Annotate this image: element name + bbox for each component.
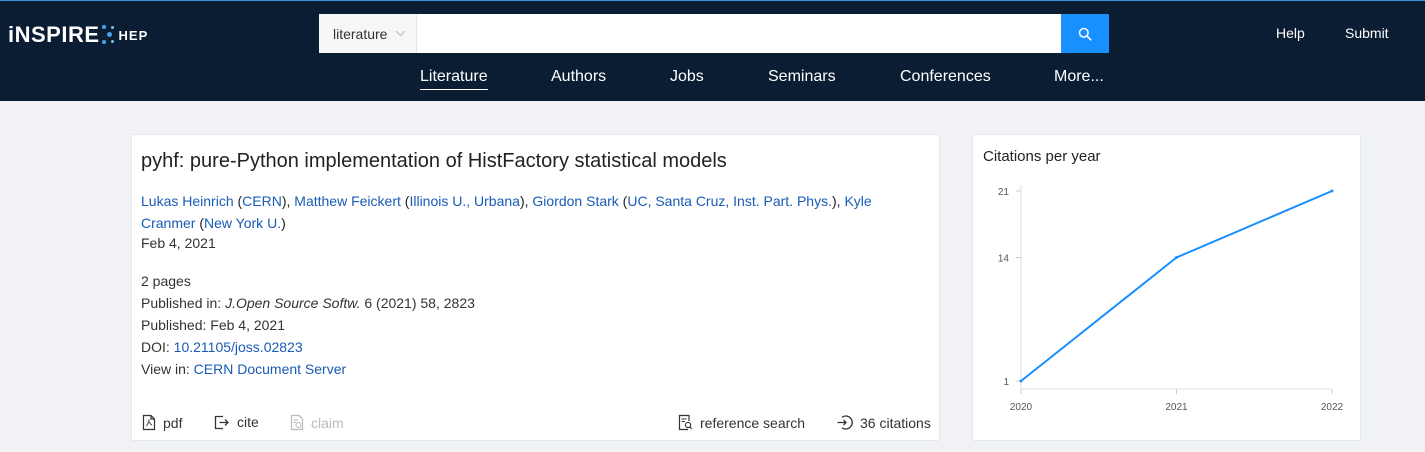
search-scope-select[interactable]: literature <box>319 14 417 53</box>
x-tick-label: 2021 <box>1165 402 1188 413</box>
nav-jobs[interactable]: Jobs <box>670 68 704 86</box>
logo-hep-text: HEP <box>118 27 149 43</box>
journal-name: J.Open Source Softw. <box>225 295 361 311</box>
search-button[interactable] <box>1061 14 1109 53</box>
record-date: Feb 4, 2021 <box>141 235 216 251</box>
author-affiliation[interactable]: CERN <box>242 193 282 209</box>
author-list: Lukas Heinrich (CERN), Matthew Feickert … <box>141 193 872 231</box>
author-affiliation[interactable]: UC, Santa Cruz, Inst. Part. Phys. <box>627 193 832 209</box>
citations-series-line <box>1020 190 1333 382</box>
submit-link[interactable]: Submit <box>1345 25 1389 41</box>
logo-text: iNSPIRE <box>8 22 100 47</box>
claim-label: claim <box>311 414 344 431</box>
author-name[interactable]: Matthew Feickert <box>294 193 401 209</box>
chevron-down-icon <box>395 28 406 40</box>
x-tick-label: 2022 <box>1321 402 1344 413</box>
published-in-label: Published in: <box>141 295 222 311</box>
journal-details: 6 (2021) 58, 2823 <box>364 295 475 311</box>
search-input[interactable] <box>417 14 1061 53</box>
doi-link[interactable]: 10.21105/joss.02823 <box>174 339 303 355</box>
x-tick-label: 2020 <box>1010 402 1033 413</box>
file-check-icon <box>290 414 304 431</box>
inspire-logo[interactable]: iNSPIRE HEP <box>8 21 148 49</box>
published-label: Published: <box>141 317 207 333</box>
record-title[interactable]: pyhf: pure-Python implementation of Hist… <box>141 150 727 173</box>
pdf-file-icon <box>142 414 156 431</box>
nav-conferences[interactable]: Conferences <box>900 68 991 86</box>
view-in-row: View in: CERN Document Server <box>141 361 346 377</box>
doi-label: DOI: <box>141 339 170 355</box>
cite-button[interactable]: cite <box>214 414 259 430</box>
claim-button[interactable]: claim <box>290 414 344 431</box>
data-point <box>1175 256 1178 259</box>
search-bar: literature <box>319 14 1109 53</box>
export-icon <box>214 415 229 429</box>
search-scope-value: literature <box>333 25 388 42</box>
reference-search-button[interactable]: reference search <box>678 414 805 431</box>
author-name[interactable]: Giordon Stark <box>532 193 618 209</box>
publication-info: Published in: J.Open Source Softw. 6 (20… <box>141 295 475 311</box>
citations-chart-card: Citations per year 1 14 21 2020 2021 2022 <box>972 134 1361 441</box>
nav-authors[interactable]: Authors <box>551 68 606 86</box>
citations-label: 36 citations <box>860 414 931 431</box>
data-point <box>1019 379 1023 383</box>
published-date-row: Published: Feb 4, 2021 <box>141 317 285 333</box>
author-name[interactable]: Lukas Heinrich <box>141 193 234 209</box>
citations-line-chart: 1 14 21 2020 2021 2022 <box>998 185 1344 413</box>
page-count: 2 pages <box>141 273 191 289</box>
help-link[interactable]: Help <box>1276 25 1305 41</box>
y-tick-label: 14 <box>998 254 1010 265</box>
pdf-button[interactable]: pdf <box>142 414 182 431</box>
nav-literature[interactable]: Literature <box>420 68 488 90</box>
citations-button[interactable]: 36 citations <box>836 414 931 431</box>
nav-seminars[interactable]: Seminars <box>768 68 836 86</box>
y-tick-label: 1 <box>1003 377 1009 388</box>
doi-row: DOI: 10.21105/joss.02823 <box>141 339 303 355</box>
cite-label: cite <box>237 414 259 430</box>
view-in-label: View in: <box>141 361 190 377</box>
author-affiliation[interactable]: New York U. <box>204 215 281 231</box>
search-icon <box>1078 27 1092 41</box>
author-affiliation[interactable]: Illinois U., Urbana <box>409 193 520 209</box>
logo-dots-icon <box>101 23 116 47</box>
published-date: Feb 4, 2021 <box>210 317 286 333</box>
cds-link[interactable]: CERN Document Server <box>194 361 347 377</box>
nav-more[interactable]: More... <box>1054 68 1104 86</box>
data-point <box>1330 189 1334 193</box>
literature-record-card: pyhf: pure-Python implementation of Hist… <box>131 134 940 441</box>
reference-search-label: reference search <box>700 414 806 431</box>
site-header: iNSPIRE HEP literature Help Submit Liter… <box>0 0 1425 101</box>
login-arrow-icon <box>837 415 853 430</box>
y-tick-label: 21 <box>998 187 1010 198</box>
pdf-label: pdf <box>163 414 183 431</box>
file-search-icon <box>678 414 693 431</box>
